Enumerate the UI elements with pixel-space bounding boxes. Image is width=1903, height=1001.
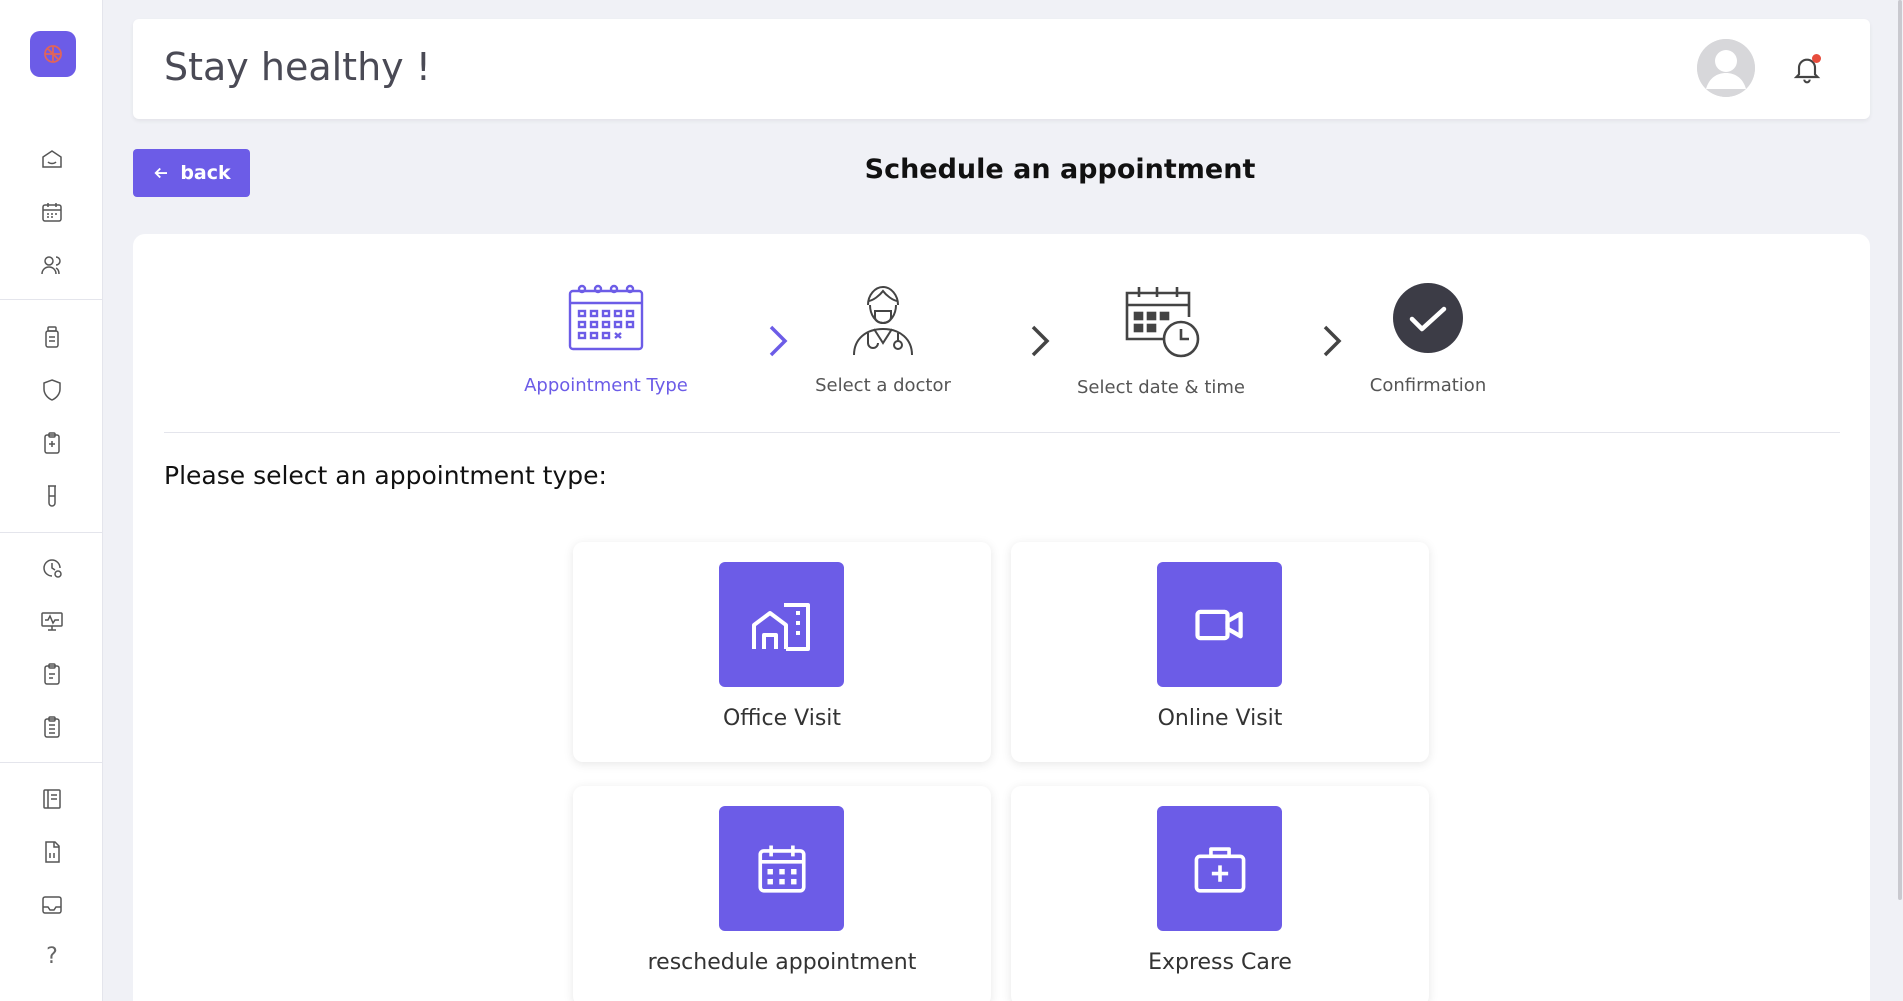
clipboard-plus-icon [44, 432, 60, 454]
appointment-type-online-visit[interactable]: Online Visit [1011, 542, 1429, 762]
inbox-icon [42, 896, 62, 914]
app-logo[interactable] [30, 31, 76, 77]
test-tube-icon [48, 485, 56, 507]
calendar-clock-icon [1125, 287, 1200, 358]
monitor-vitals-icon [41, 612, 63, 631]
appointment-card [133, 234, 1870, 1001]
notebook-icon [43, 789, 61, 809]
avatar[interactable] [1697, 39, 1755, 97]
step-chevron-icon [769, 325, 788, 357]
step-label: Appointment Type [524, 375, 688, 396]
notifications-button[interactable] [1787, 49, 1827, 89]
step-chevron-icon [1323, 325, 1342, 357]
clipboard-list-icon [44, 716, 60, 738]
users-icon [41, 256, 61, 275]
calendar-icon [757, 844, 806, 893]
logo-icon [44, 45, 62, 63]
appointment-type-reschedule[interactable]: reschedule appointment [573, 786, 991, 1001]
sidebar-item-clipboard[interactable] [37, 659, 67, 689]
step-confirmation[interactable]: Confirmation [1368, 283, 1488, 396]
tile-label: Online Visit [1157, 706, 1283, 731]
step-label: Select date & time [1077, 377, 1245, 398]
clipboard-icon [44, 663, 60, 685]
page-title: Schedule an appointment [864, 154, 1256, 185]
home-icon [42, 150, 62, 168]
sidebar-item-vitals[interactable] [37, 606, 67, 636]
tile-label: Office Visit [722, 706, 842, 731]
sidebar: ? [0, 0, 103, 1001]
shield-icon [43, 379, 61, 401]
sidebar-divider [0, 762, 103, 763]
page-scrollbar[interactable] [1897, 0, 1903, 1001]
tile-label: Express Care [1148, 950, 1292, 975]
sidebar-divider [0, 299, 103, 300]
sidebar-item-medication[interactable] [37, 322, 67, 352]
document-icon [45, 841, 60, 863]
sidebar-item-lab[interactable] [37, 481, 67, 511]
user-avatar-icon [1697, 39, 1755, 97]
sidebar-item-clipboard-plus[interactable] [37, 428, 67, 458]
sidebar-divider [0, 532, 103, 533]
arrow-left-icon [154, 167, 168, 179]
sidebar-item-home[interactable] [37, 144, 67, 174]
appointment-type-office-visit[interactable]: Office Visit [573, 542, 991, 762]
notification-dot [1812, 54, 1821, 63]
back-button-label: back [180, 162, 231, 184]
appointment-type-express-care[interactable]: Express Care [1011, 786, 1429, 1001]
step-label: Confirmation [1369, 375, 1487, 396]
scrollbar-thumb[interactable] [1898, 0, 1902, 900]
checkmark-circle-icon [1393, 283, 1463, 353]
medical-kit-icon [1194, 846, 1245, 893]
step-appointment-type[interactable]: Appointment Type [500, 283, 712, 396]
sidebar-item-calendar[interactable] [37, 197, 67, 227]
tile-icon-box [719, 562, 844, 687]
clock-history-icon [43, 559, 62, 578]
sidebar-item-help[interactable]: ? [37, 941, 67, 971]
step-label: Select a doctor [815, 375, 951, 396]
back-button[interactable]: back [133, 149, 250, 197]
help-icon: ? [46, 943, 58, 969]
calendar-grid-icon [568, 284, 644, 351]
sidebar-item-clipboard-list[interactable] [37, 712, 67, 742]
sidebar-item-inbox[interactable] [37, 890, 67, 920]
sidebar-item-notebook[interactable] [37, 784, 67, 814]
sidebar-item-insurance[interactable] [37, 375, 67, 405]
top-header: Stay healthy ! [133, 19, 1870, 119]
tile-icon-box [1157, 806, 1282, 931]
calendar-icon [42, 203, 62, 222]
step-chevron-icon [1031, 325, 1050, 357]
sidebar-item-users[interactable] [37, 250, 67, 280]
tile-label: reschedule appointment [647, 950, 917, 975]
header-title: Stay healthy ! [164, 45, 431, 89]
step-select-doctor[interactable]: Select a doctor [798, 283, 968, 396]
sidebar-item-history[interactable] [37, 553, 67, 583]
tile-icon-box [1157, 562, 1282, 687]
step-select-date-time[interactable]: Select date & time [1070, 283, 1252, 398]
appointment-type-prompt: Please select an appointment type: [164, 461, 607, 490]
tile-icon-box [719, 806, 844, 931]
stepper-divider [164, 432, 1840, 433]
sidebar-item-documents[interactable] [37, 837, 67, 867]
medication-icon [45, 326, 59, 348]
office-building-icon [751, 602, 810, 651]
video-camera-icon [1194, 609, 1243, 640]
doctor-icon [853, 285, 913, 355]
